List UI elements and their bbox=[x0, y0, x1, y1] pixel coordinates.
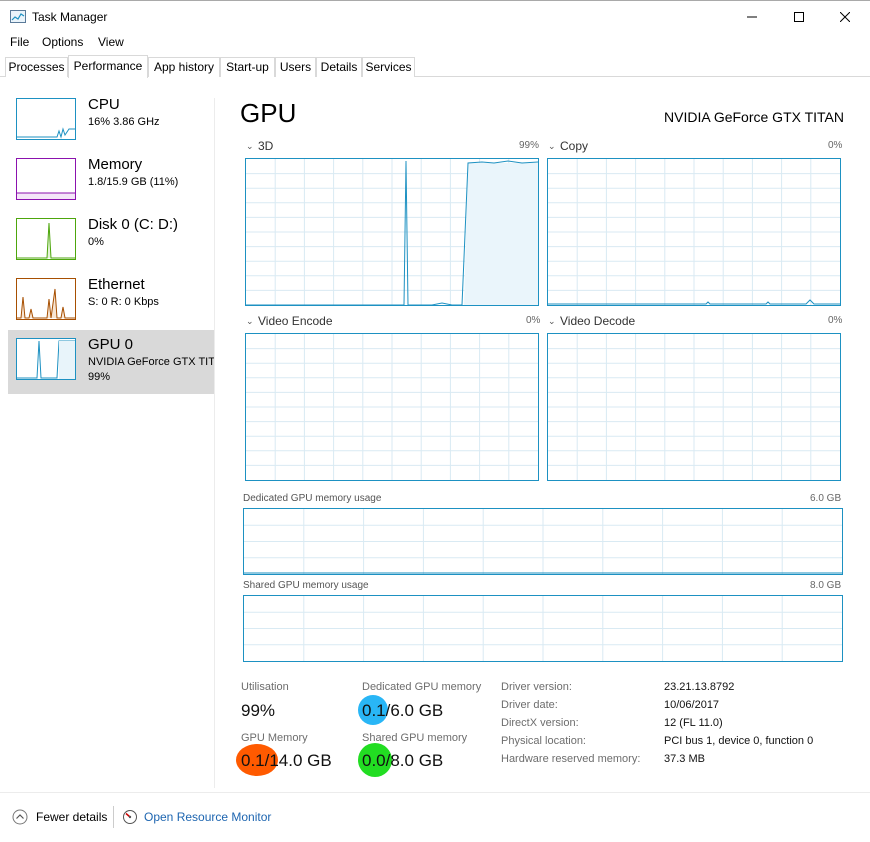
graph-grid bbox=[244, 596, 842, 661]
chevron-down-icon[interactable]: ⌄ bbox=[246, 141, 254, 152]
cpu-thumbnail bbox=[16, 98, 76, 140]
engine-video-encode-label[interactable]: Video Encode bbox=[258, 314, 333, 328]
driver-version-key: Driver version: bbox=[501, 681, 572, 693]
tab-app-history[interactable]: App history bbox=[148, 57, 220, 77]
gpu-memory-label: GPU Memory bbox=[241, 732, 308, 744]
engine-copy-label[interactable]: Copy bbox=[560, 139, 588, 153]
open-resource-monitor-link[interactable]: Open Resource Monitor bbox=[122, 809, 271, 825]
graph-grid bbox=[246, 334, 538, 480]
sidebar-item-disk[interactable]: Disk 0 (C: D:) 0% bbox=[8, 210, 214, 268]
shared-memory-value: 0.0/8.0 GB bbox=[362, 751, 444, 770]
physical-location-key: Physical location: bbox=[501, 735, 586, 747]
minimize-button[interactable] bbox=[729, 2, 775, 32]
chevron-up-icon bbox=[12, 809, 28, 825]
fewer-details-label: Fewer details bbox=[36, 810, 108, 824]
footer-separator bbox=[113, 806, 114, 828]
disk-thumbnail bbox=[16, 218, 76, 260]
sidebar-item-label: Ethernet bbox=[88, 276, 145, 293]
chevron-down-icon[interactable]: ⌄ bbox=[548, 141, 556, 152]
chevron-down-icon[interactable]: ⌄ bbox=[548, 316, 556, 327]
driver-date-value: 10/06/2017 bbox=[664, 699, 720, 711]
engine-video-decode-max: 0% bbox=[828, 315, 843, 326]
engine-video-encode-graph bbox=[245, 333, 539, 481]
reserved-memory-value: 37.3 MB bbox=[664, 753, 705, 765]
tab-services[interactable]: Services bbox=[362, 57, 415, 77]
engine-3d-max: 99% bbox=[519, 140, 540, 151]
engine-video-encode-max: 0% bbox=[526, 315, 541, 326]
shared-usage-max: 8.0 GB bbox=[810, 580, 842, 591]
sidebar-item-label: Memory bbox=[88, 156, 143, 173]
tab-processes[interactable]: Processes bbox=[5, 57, 68, 77]
engine-copy-max: 0% bbox=[828, 140, 843, 151]
engine-video-decode-graph bbox=[547, 333, 841, 481]
tab-users[interactable]: Users bbox=[275, 57, 316, 77]
ethernet-thumbnail bbox=[16, 278, 76, 320]
shared-usage-label: Shared GPU memory usage bbox=[243, 580, 369, 591]
fewer-details-button[interactable]: Fewer details bbox=[12, 809, 107, 825]
driver-version-value: 23.21.13.8792 bbox=[664, 681, 735, 693]
physical-location-value: PCI bus 1, device 0, function 0 bbox=[664, 735, 814, 747]
chevron-down-icon[interactable]: ⌄ bbox=[246, 316, 254, 327]
dedicated-memory-value: 0.1/6.0 GB bbox=[362, 701, 444, 720]
resource-monitor-icon bbox=[123, 810, 137, 824]
sidebar-item-usage: 99% bbox=[88, 371, 111, 383]
menu-view[interactable]: View bbox=[98, 35, 124, 49]
sidebar-item-gpu[interactable]: GPU 0 NVIDIA GeForce GTX TITAN 99% bbox=[8, 330, 214, 394]
gpu-thumbnail bbox=[16, 338, 76, 380]
sidebar-item-ethernet[interactable]: Ethernet S: 0 R: 0 Kbps bbox=[8, 270, 214, 328]
sidebar-item-memory[interactable]: Memory 1.8/15.9 GB (11%) bbox=[8, 150, 214, 208]
title-bar[interactable]: Task Manager bbox=[0, 0, 870, 32]
directx-version-key: DirectX version: bbox=[501, 717, 579, 729]
menu-bar bbox=[0, 33, 870, 53]
utilisation-label: Utilisation bbox=[241, 681, 289, 693]
sidebar-item-label: GPU 0 bbox=[88, 336, 134, 353]
shared-usage-graph bbox=[243, 595, 843, 662]
menu-options[interactable]: Options bbox=[42, 35, 83, 49]
page-title: GPU bbox=[240, 98, 297, 128]
engine-3d-label[interactable]: 3D bbox=[258, 139, 273, 153]
engine-copy-graph bbox=[547, 158, 841, 306]
graph-grid bbox=[548, 159, 840, 305]
menu-file[interactable]: File bbox=[10, 35, 29, 49]
sidebar-item-sub: NVIDIA GeForce GTX TITAN bbox=[88, 356, 214, 368]
sidebar-item-sub: 16% 3.86 GHz bbox=[88, 116, 160, 128]
engine-3d-graph bbox=[245, 158, 539, 306]
gpu-model-name: NVIDIA GeForce GTX TITAN bbox=[664, 109, 844, 125]
engine-3d-fill bbox=[464, 163, 538, 305]
graph-grid bbox=[548, 334, 840, 480]
sidebar-divider bbox=[214, 98, 215, 788]
dedicated-usage-max: 6.0 GB bbox=[810, 493, 842, 504]
task-manager-icon bbox=[10, 10, 26, 24]
sidebar-item-label: CPU bbox=[88, 96, 120, 113]
graph-grid bbox=[244, 509, 842, 574]
tab-performance[interactable]: Performance bbox=[68, 55, 148, 78]
window-title: Task Manager bbox=[32, 10, 108, 24]
close-button[interactable] bbox=[822, 2, 868, 32]
open-resource-monitor-label: Open Resource Monitor bbox=[144, 810, 272, 824]
dedicated-memory-label: Dedicated GPU memory bbox=[362, 681, 482, 693]
sidebar-item-sub: S: 0 R: 0 Kbps bbox=[88, 296, 159, 308]
sidebar-item-label: Disk 0 (C: D:) bbox=[88, 216, 178, 233]
sidebar-item-cpu[interactable]: CPU 16% 3.86 GHz bbox=[8, 90, 214, 148]
reserved-memory-key: Hardware reserved memory: bbox=[501, 753, 641, 765]
sidebar-item-sub: 1.8/15.9 GB (11%) bbox=[88, 176, 179, 188]
engine-video-decode-label[interactable]: Video Decode bbox=[560, 314, 635, 328]
driver-date-key: Driver date: bbox=[501, 699, 558, 711]
tab-details[interactable]: Details bbox=[316, 57, 362, 77]
utilisation-value: 99% bbox=[241, 701, 276, 720]
shared-memory-label: Shared GPU memory bbox=[362, 732, 468, 744]
graph-grid bbox=[246, 159, 539, 306]
dedicated-usage-graph bbox=[243, 508, 843, 575]
dedicated-usage-label: Dedicated GPU memory usage bbox=[243, 493, 382, 504]
tab-start-up[interactable]: Start-up bbox=[220, 57, 275, 77]
directx-version-value: 12 (FL 11.0) bbox=[664, 717, 723, 729]
sidebar-item-sub: 0% bbox=[88, 236, 104, 248]
gpu-memory-value: 0.1/14.0 GB bbox=[241, 751, 332, 770]
memory-thumbnail bbox=[16, 158, 76, 200]
footer-divider bbox=[0, 792, 870, 793]
maximize-button[interactable] bbox=[776, 2, 822, 32]
